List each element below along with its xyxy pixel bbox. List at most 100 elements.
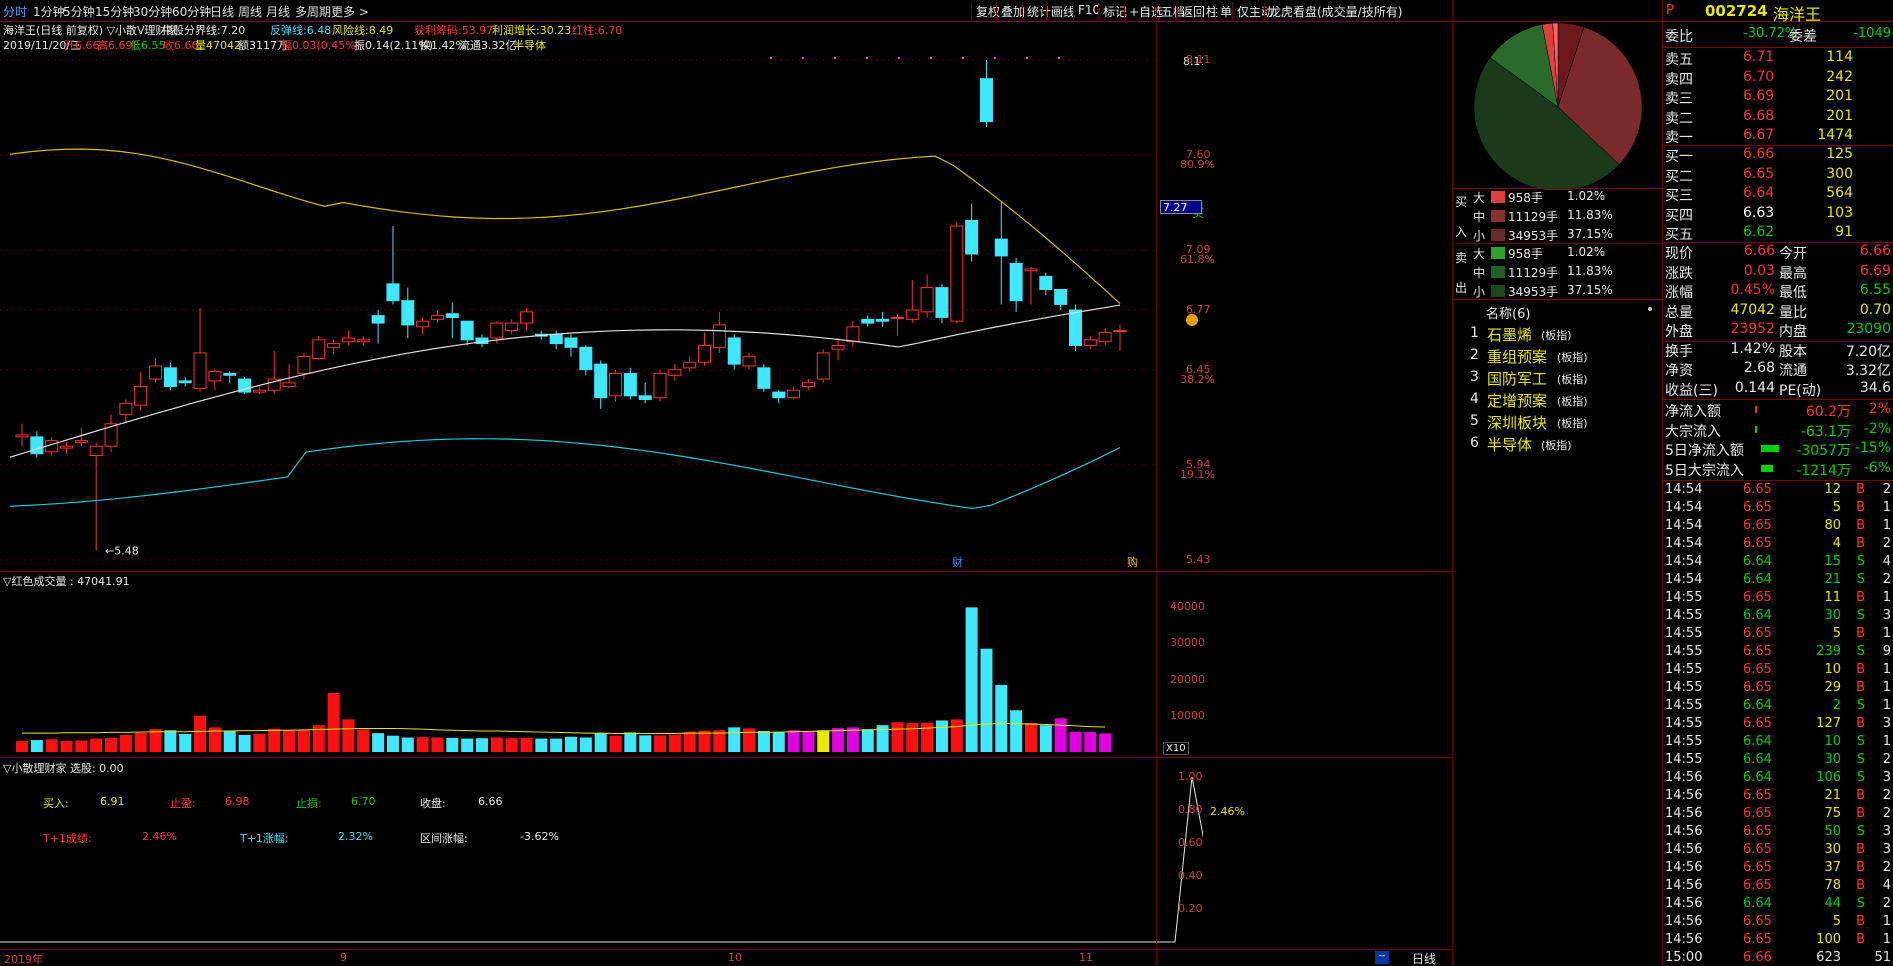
bids-row: 买四 6.63 103 (1663, 205, 1893, 224)
tick-time: 14:54 (1665, 572, 1703, 587)
tick-count: 3 (1882, 824, 1891, 839)
book-price: 6.65 (1743, 165, 1775, 182)
tab-8[interactable]: 月线 (266, 3, 290, 20)
candle-body (698, 344, 712, 363)
tab-10[interactable]: 更多 > (331, 3, 369, 20)
quote-label: 现价 (1665, 246, 1693, 262)
volume-bar (787, 730, 800, 752)
tick-volume: 10 (1824, 734, 1841, 749)
flow-volume: 11129手 (1508, 266, 1559, 280)
flow-size: 中 (1473, 210, 1486, 224)
candle-body (1113, 330, 1127, 333)
candle-body (1098, 331, 1112, 343)
sector-tag: (板指) (1541, 329, 1572, 342)
candle-body (816, 352, 830, 380)
tick-time: 14:54 (1665, 554, 1703, 569)
quote-label: 换手 (1665, 343, 1693, 360)
tick-volume: 50 (1824, 824, 1841, 839)
stop-loss-label: 止损: (296, 797, 322, 810)
finance-marker[interactable]: 财 (952, 555, 963, 569)
candle-body (1009, 262, 1023, 302)
tick-time: 14:54 (1665, 500, 1703, 515)
price-tick: 8.11 (1186, 53, 1211, 66)
tick-count: 4 (1882, 554, 1891, 569)
sector-name[interactable]: 重组预案 (1487, 346, 1547, 367)
tab-7[interactable]: 周线 (238, 3, 262, 20)
book-level: 卖二 (1665, 110, 1693, 127)
indicator-tick: 1.00 (1178, 770, 1203, 783)
tick-time: 14:55 (1665, 716, 1703, 731)
tick-count: 1 (1882, 518, 1891, 533)
tab-9[interactable]: 多周期 (295, 3, 331, 20)
tab-4[interactable]: 30分钟 (133, 3, 172, 20)
volume-bar (1069, 731, 1082, 752)
book-volume: 1474 (1817, 127, 1853, 143)
tick-volume: 239 (1816, 644, 1841, 659)
candle-body (1054, 288, 1068, 305)
tick-row: 14:54 6.65 12 B 2 (1663, 482, 1893, 500)
candle-body (89, 445, 103, 457)
tick-row: 14:56 6.65 5 B 1 (1663, 914, 1893, 932)
tick-time: 14:54 (1665, 518, 1703, 533)
capflow-label: 净流入额 (1665, 404, 1721, 420)
tick-price: 6.65 (1743, 644, 1772, 659)
tick-count: 2 (1882, 572, 1891, 587)
x-label-nov: 11 (1079, 951, 1093, 964)
tick-side: B (1856, 878, 1865, 893)
volume-bar (461, 738, 474, 752)
toolbar-button-12[interactable]: 龙虎看盘(成交量/技所有) (1264, 2, 1406, 20)
candle-body (712, 324, 726, 348)
marker-dot (898, 57, 900, 59)
period-day-label[interactable]: 日线 (1412, 950, 1436, 966)
quote-row: 涨幅 0.45% 最低 6.55 (1663, 282, 1893, 301)
more-dot-icon[interactable] (1648, 307, 1652, 311)
sector-name[interactable]: 深圳板块 (1487, 412, 1547, 433)
sector-name[interactable]: 半导体 (1487, 434, 1532, 455)
book-volume: 201 (1826, 88, 1853, 104)
quote-label: 涨跌 (1665, 265, 1693, 282)
tick-side: S (1856, 824, 1865, 839)
sector-name[interactable]: 国防军工 (1487, 368, 1547, 389)
tab-3[interactable]: 15分钟 (95, 3, 134, 20)
book-level: 买三 (1665, 188, 1693, 204)
fib-pct: 61.8% (1180, 253, 1215, 267)
volume-bar (728, 727, 741, 752)
tick-side: B (1856, 788, 1865, 803)
tick-side: B (1856, 590, 1865, 605)
marker-dot (1058, 57, 1060, 59)
indicator-tick: 0.20 (1178, 902, 1203, 915)
fib-pct: 38.2% (1180, 372, 1215, 386)
buyback-marker[interactable]: 购 (1127, 555, 1138, 569)
tick-side: B (1856, 860, 1865, 875)
tick-price: 6.65 (1743, 590, 1772, 605)
volume-bar (505, 738, 518, 752)
kline-chart[interactable]: 8.11←5.48买入时间:14:57财购 (0, 22, 1203, 966)
tick-count: 1 (1882, 680, 1891, 695)
candle-body (297, 356, 311, 374)
tab-1[interactable]: 1分钟 (33, 3, 65, 20)
flow-size: 中 (1473, 266, 1486, 280)
volume-bar (1084, 732, 1097, 752)
sector-index: 2 (1470, 347, 1479, 363)
tab-5[interactable]: 60分钟 (172, 3, 211, 20)
tick-time: 14:56 (1665, 824, 1703, 839)
tick-volume: 44 (1824, 896, 1841, 911)
scroll-arrows-button[interactable]: -- (1375, 951, 1389, 964)
candle-body (772, 391, 786, 399)
candle-body (490, 322, 504, 339)
tick-side: B (1856, 500, 1865, 515)
sector-name[interactable]: 定增预案 (1487, 390, 1547, 411)
volume-bar (846, 727, 859, 752)
tab-6[interactable]: 日线 (210, 3, 234, 20)
tab-2[interactable]: 5分钟 (63, 3, 95, 20)
volume-bar (698, 730, 711, 752)
book-volume: 201 (1826, 107, 1853, 124)
book-level: 卖五 (1665, 52, 1693, 68)
capflow-row: 净流入额 60.2万 2% (1663, 401, 1893, 420)
candle-body (119, 402, 133, 415)
stock-flag: P (1666, 3, 1674, 18)
book-level: 卖四 (1665, 71, 1693, 88)
sector-name[interactable]: 石墨烯 (1487, 324, 1532, 345)
tab-0[interactable]: 分时 (3, 3, 27, 20)
tick-count: 1 (1882, 932, 1891, 947)
